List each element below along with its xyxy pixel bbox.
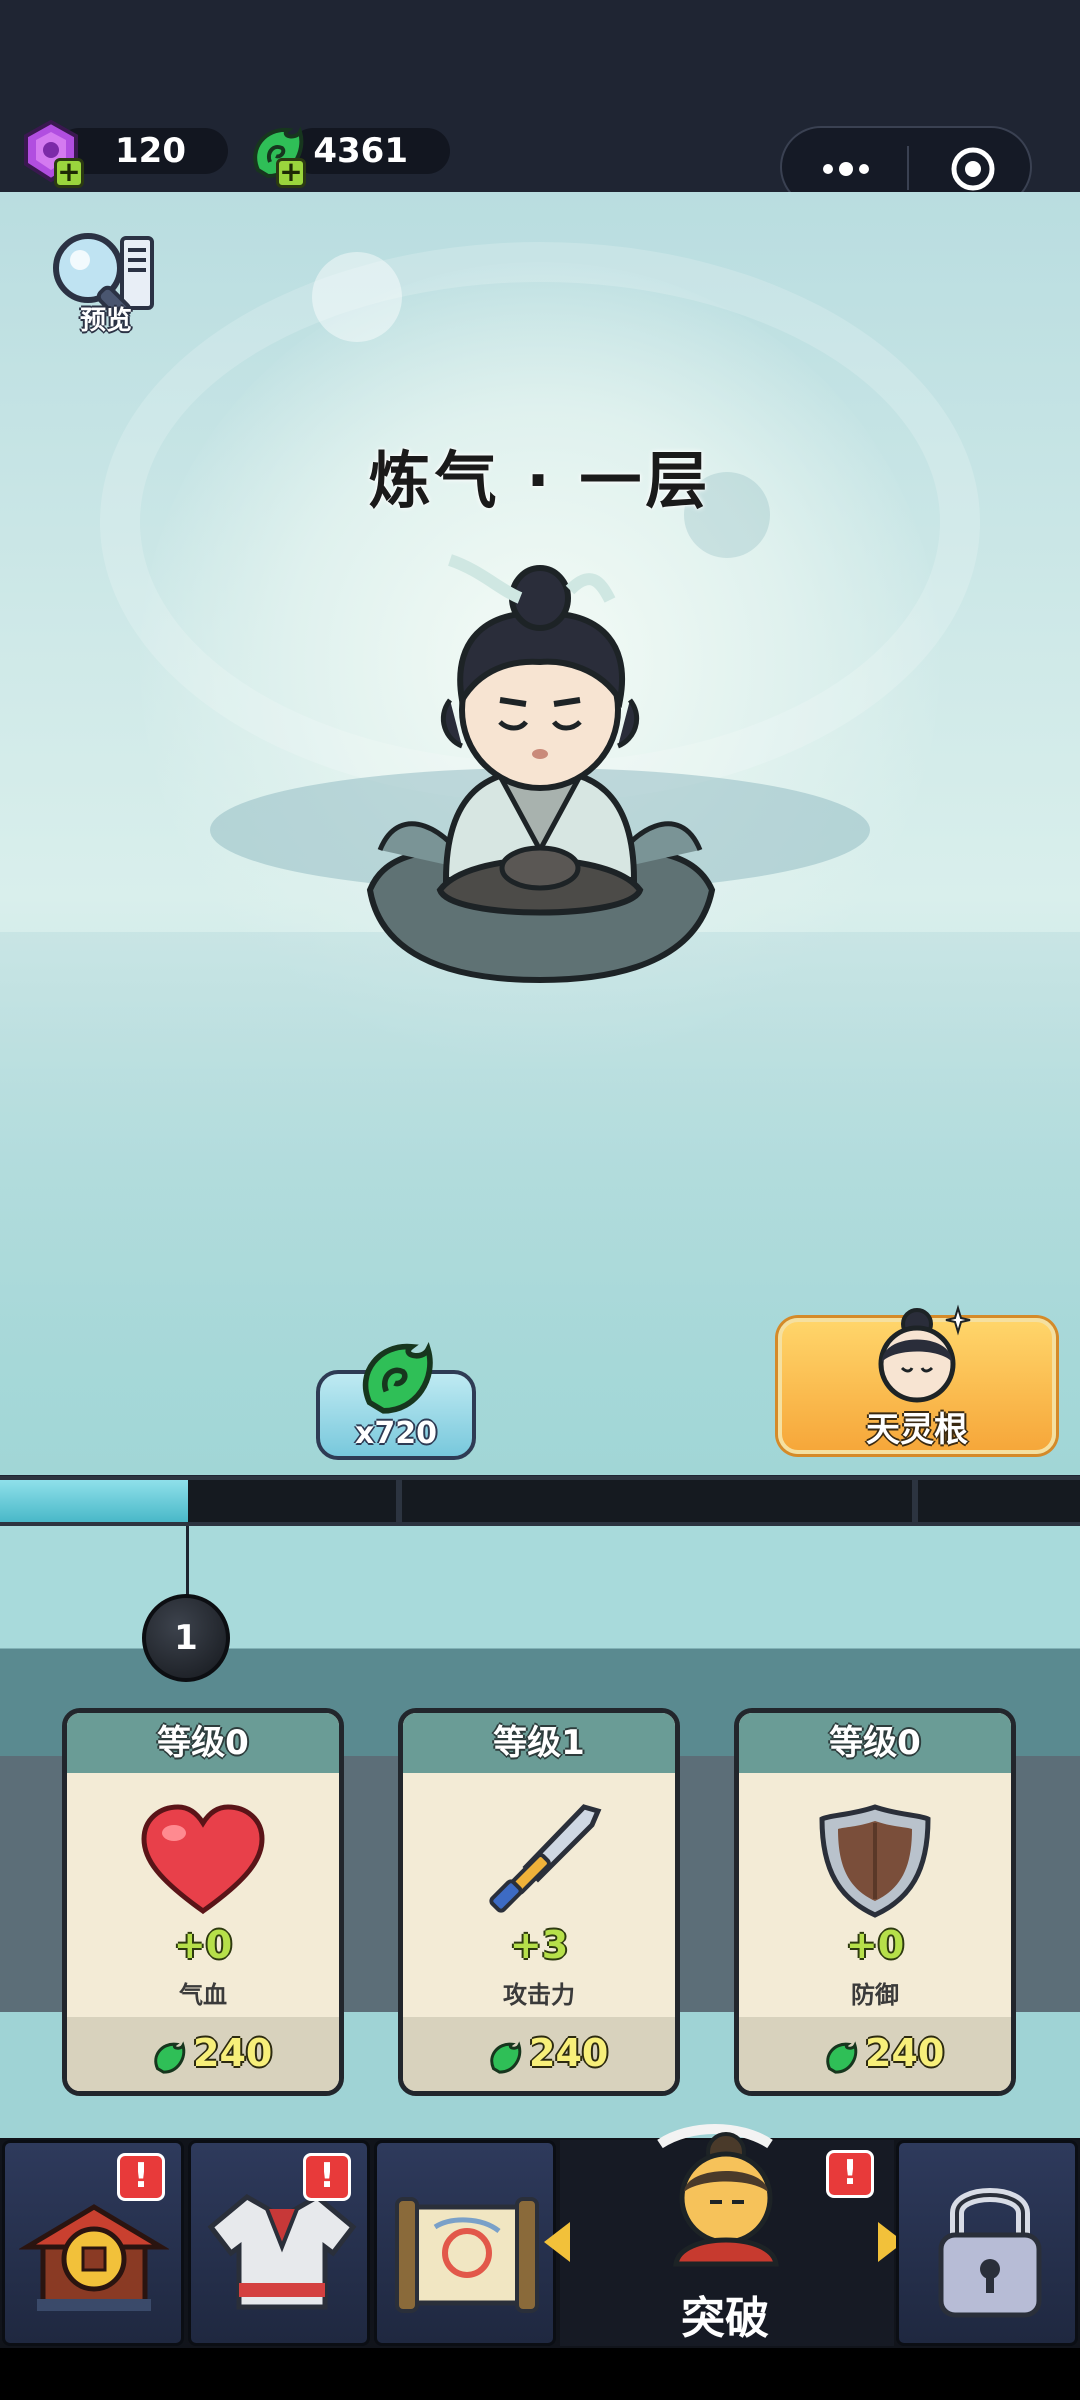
card-cost: 240 bbox=[865, 2031, 945, 2075]
green-jade-icon bbox=[826, 2041, 858, 2074]
sword-icon bbox=[489, 1804, 602, 1913]
nav-prev-arrow[interactable] bbox=[544, 2222, 570, 2262]
green-jade-icon bbox=[490, 2041, 522, 2074]
tick-marker bbox=[396, 1476, 402, 1526]
meditating-cultivator bbox=[366, 554, 716, 984]
card-level: 等级0 bbox=[67, 1713, 339, 1773]
green-jade-icon bbox=[154, 2041, 186, 2074]
spirit-root-label: 天灵根 bbox=[866, 1410, 968, 1450]
card-cost: 240 bbox=[529, 2031, 609, 2075]
nav-badge: ! bbox=[303, 2153, 351, 2201]
add-jade-button[interactable]: + bbox=[276, 158, 306, 188]
card-stat: 攻击力 bbox=[503, 1981, 575, 2009]
nav-locked[interactable] bbox=[896, 2140, 1078, 2346]
nav-badge: ! bbox=[117, 2153, 165, 2201]
breakthrough-label: 突破 bbox=[681, 2293, 769, 2344]
pagoda-coin-icon bbox=[19, 2204, 169, 2311]
card-stat: 气血 bbox=[179, 1981, 227, 2009]
close-target-icon[interactable] bbox=[950, 146, 996, 192]
upgrade-card-hp[interactable]: 等级0 +0 气血 240 bbox=[62, 1708, 344, 2096]
jade-reward-count: x720 bbox=[355, 1416, 437, 1451]
card-cost-button[interactable]: 240 bbox=[739, 2017, 1011, 2091]
gem-count: 120 bbox=[115, 131, 186, 171]
shield-icon bbox=[819, 1804, 931, 1918]
level-pointer bbox=[186, 1526, 189, 1598]
cultivator-icon bbox=[657, 2124, 779, 2267]
nav-badge: ! bbox=[826, 2150, 874, 2198]
card-bonus: +0 bbox=[173, 1923, 233, 1967]
scroll-icon bbox=[395, 2197, 539, 2313]
card-level: 等级1 bbox=[403, 1713, 675, 1773]
character-portrait-icon bbox=[878, 1304, 971, 1403]
card-bonus: +3 bbox=[509, 1923, 569, 1967]
green-jade-icon bbox=[362, 1341, 433, 1414]
system-bar bbox=[0, 2348, 1080, 2400]
card-cost: 240 bbox=[193, 2031, 273, 2075]
progress-fill bbox=[0, 1480, 188, 1522]
realm-title: 炼气 · 一层 bbox=[368, 444, 712, 517]
upgrade-card-defense[interactable]: 等级0 +0 防御 240 bbox=[734, 1708, 1016, 2096]
current-level-badge: 1 bbox=[142, 1594, 230, 1682]
nav-scroll[interactable] bbox=[374, 2140, 556, 2346]
robe-icon bbox=[207, 2193, 357, 2310]
more-dots-icon[interactable] bbox=[818, 154, 874, 184]
jade-counter[interactable]: 4361 bbox=[290, 128, 450, 174]
nav-shop[interactable]: ! bbox=[2, 2140, 184, 2346]
preview-label: 预览 bbox=[79, 306, 132, 336]
card-stat: 防御 bbox=[851, 1981, 899, 2009]
upgrade-card-attack[interactable]: 等级1 +3 攻击力 240 bbox=[398, 1708, 680, 2096]
lock-icon bbox=[938, 2188, 1042, 2318]
add-gem-button[interactable]: + bbox=[54, 158, 84, 188]
card-cost-button[interactable]: 240 bbox=[403, 2017, 675, 2091]
card-bonus: +0 bbox=[845, 1923, 905, 1967]
jade-count: 4361 bbox=[313, 131, 408, 171]
heart-icon bbox=[141, 1804, 265, 1915]
tick-marker bbox=[912, 1476, 918, 1526]
card-level: 等级0 bbox=[739, 1713, 1011, 1773]
card-cost-button[interactable]: 240 bbox=[67, 2017, 339, 2091]
nav-equipment[interactable]: ! bbox=[188, 2140, 370, 2346]
